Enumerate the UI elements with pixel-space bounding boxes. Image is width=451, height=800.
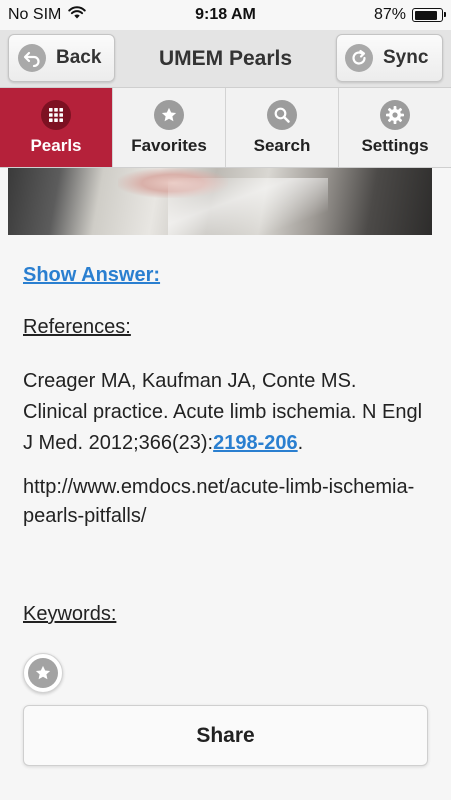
keywords-label: Keywords: [23, 603, 117, 625]
show-answer-link[interactable]: Show Answer: [23, 264, 160, 287]
search-icon [267, 100, 297, 130]
back-label: Back [56, 47, 102, 68]
tab-favorites-label: Favorites [131, 136, 207, 155]
star-icon [154, 100, 184, 130]
sync-label: Sync [383, 47, 429, 68]
favorite-button[interactable] [23, 653, 63, 693]
tab-pearls-label: Pearls [30, 136, 82, 155]
star-icon [28, 658, 58, 688]
header-bar: Back UMEM Pearls Sync [0, 30, 451, 88]
reference-suffix: . [297, 432, 304, 454]
wifi-icon [68, 6, 87, 24]
page-title: UMEM Pearls [158, 47, 293, 70]
status-left: No SIM [8, 6, 87, 24]
back-arrow-icon [18, 44, 46, 72]
tab-settings[interactable]: Settings [339, 88, 451, 167]
back-button[interactable]: Back [8, 34, 115, 82]
carrier-label: No SIM [8, 6, 62, 23]
tab-search[interactable]: Search [226, 88, 339, 167]
battery-icon [412, 8, 446, 22]
grid-icon [41, 100, 71, 130]
battery-percent: 87% [373, 6, 406, 23]
tab-settings-label: Settings [361, 136, 429, 155]
tab-pearls[interactable]: Pearls [0, 88, 113, 167]
references-label: References: [23, 316, 131, 338]
status-right: 87% [373, 6, 446, 24]
reference-text: Creager MA, Kaufman JA, Conte MS. Clinic… [23, 366, 423, 459]
status-bar: No SIM 9:18 AM 87% [0, 0, 451, 30]
sync-button[interactable]: Sync [336, 34, 443, 82]
reference-pages-link[interactable]: 2198-206 [213, 432, 298, 454]
tab-search-label: Search [253, 136, 311, 155]
tab-bar: Pearls Favorites Search Settings [0, 88, 451, 168]
battery-fill [414, 10, 438, 20]
gear-icon [380, 100, 410, 130]
reference-url: http://www.emdocs.net/acute-limb-ischemi… [23, 476, 415, 527]
share-button[interactable]: Share [23, 705, 428, 766]
refresh-icon [345, 44, 373, 72]
pearl-image [8, 168, 432, 235]
tab-favorites[interactable]: Favorites [113, 88, 226, 167]
